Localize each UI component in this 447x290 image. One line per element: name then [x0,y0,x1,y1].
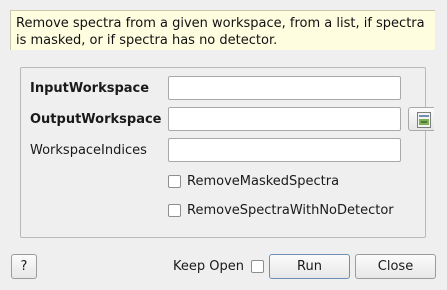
keep-open-label: Keep Open [173,258,244,274]
remove-masked-spectra-label: RemoveMaskedSpectra [187,173,340,189]
workspace-browse-icon [417,112,431,128]
input-workspace-field[interactable] [168,76,401,100]
workspace-indices-label: WorkspaceIndices [30,143,147,158]
input-workspace-label: InputWorkspace [30,81,150,96]
keep-open-option[interactable]: Keep Open [173,258,264,274]
remove-spectra-no-detector-checkbox[interactable] [168,203,181,217]
remove-masked-spectra-checkbox[interactable] [168,174,181,188]
remove-masked-spectra-option[interactable]: RemoveMaskedSpectra [168,173,339,189]
help-button[interactable]: ? [11,254,37,279]
output-workspace-field[interactable] [168,107,401,131]
workspace-indices-field[interactable] [168,138,401,162]
output-workspace-browse-button[interactable] [408,107,434,131]
close-button[interactable]: Close [355,254,436,279]
run-button[interactable]: Run [269,254,350,279]
output-workspace-label: OutputWorkspace [30,112,162,127]
remove-spectra-no-detector-option[interactable]: RemoveSpectraWithNoDetector [168,202,394,218]
algorithm-description: Remove spectra from a given workspace, f… [10,10,435,50]
remove-spectra-no-detector-label: RemoveSpectraWithNoDetector [187,202,394,218]
keep-open-checkbox[interactable] [250,259,264,273]
